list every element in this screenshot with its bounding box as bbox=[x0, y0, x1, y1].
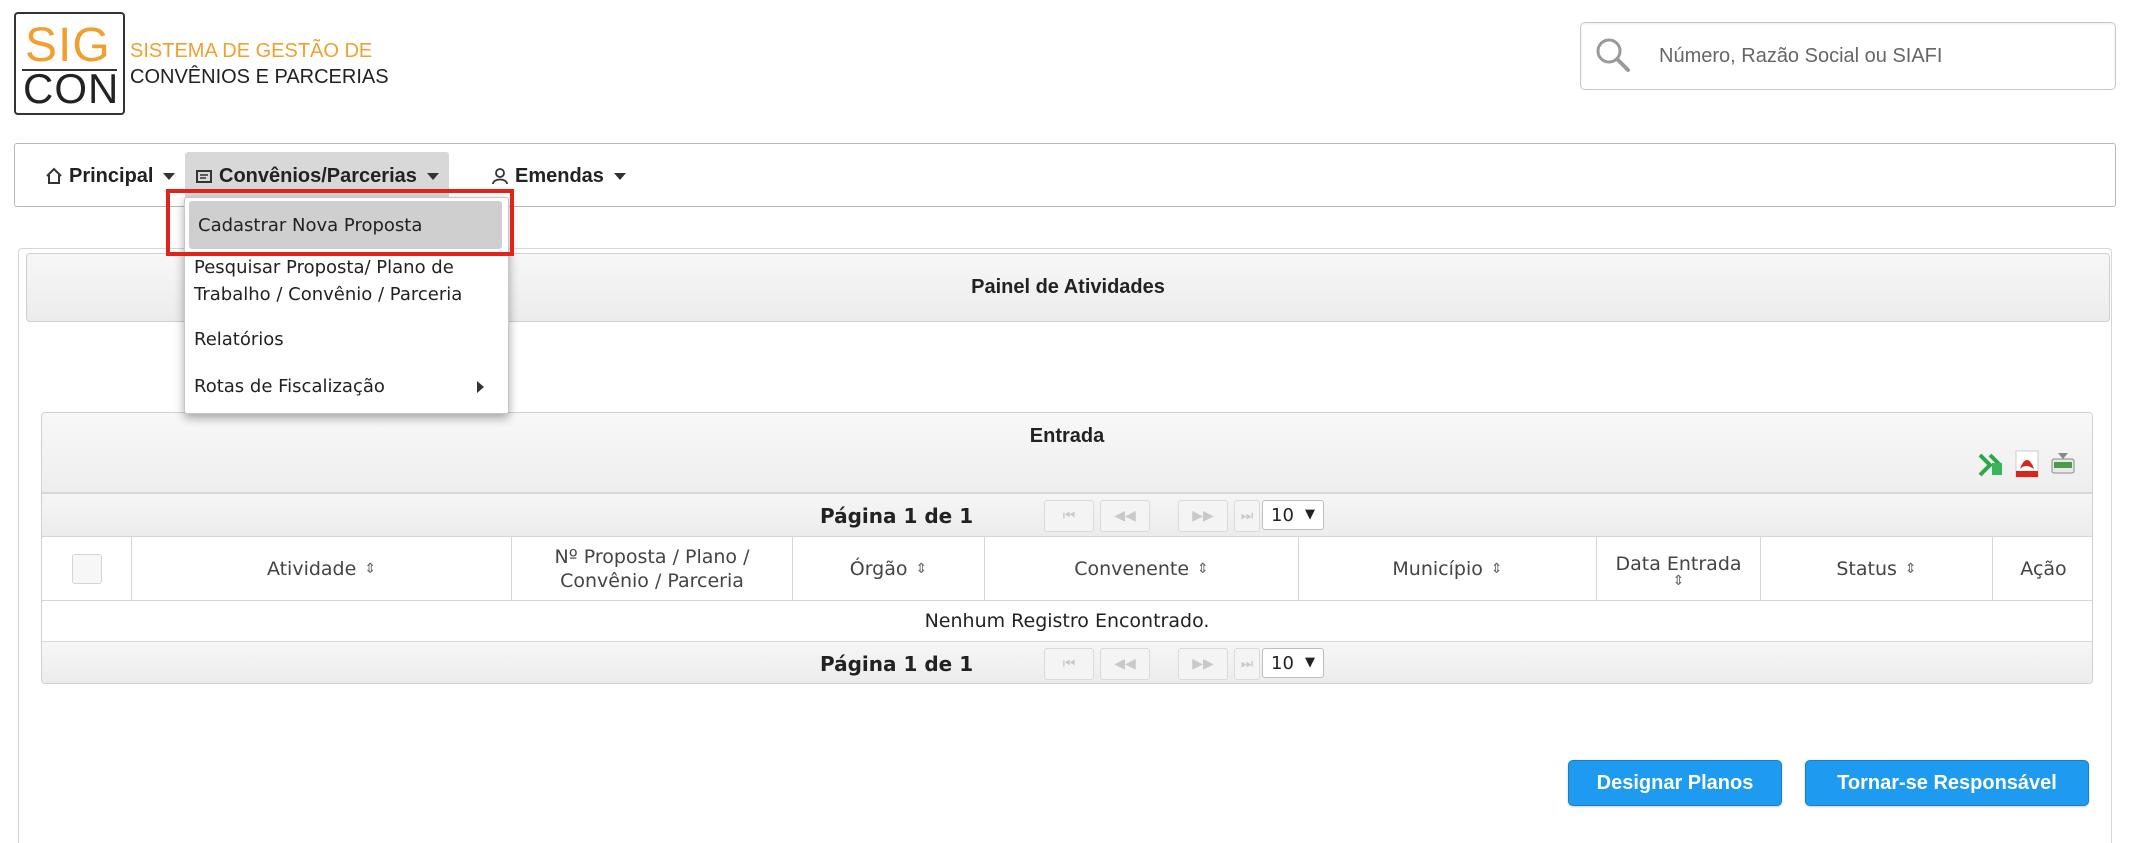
col-atividade[interactable]: Atividade ⇕ bbox=[132, 537, 512, 601]
menu-item-pesquisar-line2: Trabalho / Convênio / Parceria bbox=[194, 284, 463, 305]
next-page-button[interactable]: ▶▶ bbox=[1178, 648, 1228, 680]
menu-convenios-parcerias[interactable]: Convênios/Parcerias bbox=[185, 152, 449, 200]
designar-planos-button[interactable]: Designar Planos bbox=[1568, 760, 1782, 806]
export-toolbar bbox=[1976, 449, 2078, 479]
caret-down-icon: ▼ bbox=[1305, 507, 1315, 522]
search-input[interactable] bbox=[1659, 39, 2089, 73]
sort-icon: ⇕ bbox=[1904, 561, 1917, 577]
logo-subtitle-line1: SISTEMA DE GESTÃO DE bbox=[130, 40, 373, 62]
page-size-value: 10 bbox=[1271, 652, 1294, 674]
first-page-button[interactable]: ⏮ bbox=[1044, 500, 1094, 532]
menu-item-pesquisar-proposta[interactable]: Pesquisar Proposta/ Plano de Trabalho / … bbox=[185, 254, 508, 308]
tornar-se-responsavel-button[interactable]: Tornar-se Responsável bbox=[1805, 760, 2089, 806]
col-municipio[interactable]: Município ⇕ bbox=[1299, 537, 1597, 601]
col-proposta[interactable]: Nº Proposta / Plano / Convênio / Parceri… bbox=[512, 537, 793, 601]
chevron-down-icon bbox=[163, 172, 176, 180]
prev-page-button[interactable]: ◀◀ bbox=[1100, 648, 1150, 680]
document-icon bbox=[195, 167, 213, 185]
col-convenente[interactable]: Convenente ⇕ bbox=[985, 537, 1299, 601]
table-header-row: Atividade ⇕ Nº Proposta / Plano / Convên… bbox=[42, 537, 2092, 601]
menu-item-cadastrar-nova-proposta[interactable]: Cadastrar Nova Proposta bbox=[189, 201, 502, 249]
col-data-entrada[interactable]: Data Entrada ⇕ bbox=[1597, 537, 1761, 601]
col-status-label: Status bbox=[1836, 558, 1897, 580]
logo-sig-text: SIG bbox=[25, 19, 111, 72]
pdf-icon[interactable] bbox=[2012, 449, 2042, 479]
page-size-select[interactable]: 10 ▼ bbox=[1262, 500, 1324, 530]
page-indicator: Página 1 de 1 bbox=[820, 504, 974, 528]
last-page-button[interactable]: ⏭ bbox=[1234, 500, 1260, 532]
sort-icon: ⇕ bbox=[1197, 561, 1209, 577]
chevron-right-icon bbox=[477, 381, 484, 393]
chevron-down-icon bbox=[613, 172, 626, 180]
first-page-button[interactable]: ⏮ bbox=[1044, 648, 1094, 680]
col-orgao[interactable]: Órgão ⇕ bbox=[793, 537, 985, 601]
page-size-value: 10 bbox=[1271, 504, 1294, 526]
page-indicator: Página 1 de 1 bbox=[820, 652, 974, 676]
menu-emendas[interactable]: Emendas bbox=[481, 152, 636, 200]
entrada-title: Entrada bbox=[1029, 425, 1105, 447]
col-proposta-line1: Nº Proposta / Plano / bbox=[554, 546, 750, 568]
user-icon bbox=[491, 167, 509, 185]
convenios-dropdown-menu: Cadastrar Nova Proposta Pesquisar Propos… bbox=[184, 197, 509, 414]
select-all-cell bbox=[42, 537, 132, 601]
next-page-button[interactable]: ▶▶ bbox=[1178, 500, 1228, 532]
menu-principal[interactable]: Principal bbox=[35, 152, 185, 200]
sort-icon: ⇕ bbox=[364, 561, 377, 577]
caret-down-icon: ▼ bbox=[1305, 655, 1315, 670]
entrada-table: Entrada Página 1 de 1 ⏮ ◀◀ ▶▶ ⏭ 10 ▼ Ati… bbox=[41, 412, 2093, 684]
logo-subtitle-line2: CONVÊNIOS E PARCERIAS bbox=[130, 66, 389, 88]
menu-item-pesquisar-line1: Pesquisar Proposta/ Plano de bbox=[194, 257, 454, 278]
logo-con-text: CON bbox=[23, 65, 120, 112]
menu-item-relatorios[interactable]: Relatórios bbox=[185, 326, 508, 353]
menu-convenios-label: Convênios/Parcerias bbox=[219, 164, 417, 187]
sigcon-logo[interactable]: SIG CON bbox=[14, 12, 125, 115]
menu-emendas-label: Emendas bbox=[515, 164, 604, 187]
col-convenente-label: Convenente bbox=[1074, 558, 1190, 580]
page-size-select[interactable]: 10 ▼ bbox=[1262, 648, 1324, 678]
sort-icon: ⇕ bbox=[1490, 561, 1503, 577]
menu-item-rotas-de-fiscalizacao[interactable]: Rotas de Fiscalização bbox=[185, 373, 508, 400]
chevron-down-icon bbox=[426, 172, 439, 180]
paginator-top: Página 1 de 1 ⏮ ◀◀ ▶▶ ⏭ 10 ▼ bbox=[42, 493, 2092, 537]
col-acao: Ação bbox=[1993, 537, 2092, 601]
sort-icon: ⇕ bbox=[915, 561, 928, 577]
entrada-header: Entrada bbox=[42, 413, 2092, 493]
col-atividade-label: Atividade bbox=[266, 558, 357, 580]
col-acao-label: Ação bbox=[2020, 558, 2067, 580]
search-box[interactable] bbox=[1580, 22, 2116, 90]
last-page-button[interactable]: ⏭ bbox=[1234, 648, 1260, 680]
col-proposta-line2: Convênio / Parceria bbox=[560, 570, 744, 592]
csv-icon[interactable] bbox=[2048, 449, 2078, 479]
paginator-bottom: Página 1 de 1 ⏮ ◀◀ ▶▶ ⏭ 10 ▼ bbox=[42, 641, 2092, 683]
col-status[interactable]: Status ⇕ bbox=[1761, 537, 1993, 601]
excel-icon[interactable] bbox=[1976, 449, 2006, 479]
menu-principal-label: Principal bbox=[69, 164, 154, 187]
empty-message: Nenhum Registro Encontrado. bbox=[924, 610, 1210, 632]
col-orgao-label: Órgão bbox=[849, 558, 908, 580]
col-municipio-label: Município bbox=[1392, 558, 1483, 580]
sort-icon: ⇕ bbox=[1672, 573, 1685, 589]
search-icon[interactable] bbox=[1593, 35, 1633, 79]
menu-item-rotas-label: Rotas de Fiscalização bbox=[194, 376, 385, 397]
home-icon bbox=[45, 167, 63, 185]
col-proposta-label: Nº Proposta / Plano / Convênio / Parceri… bbox=[555, 545, 750, 593]
prev-page-button[interactable]: ◀◀ bbox=[1100, 500, 1150, 532]
select-all-checkbox[interactable] bbox=[71, 554, 102, 584]
